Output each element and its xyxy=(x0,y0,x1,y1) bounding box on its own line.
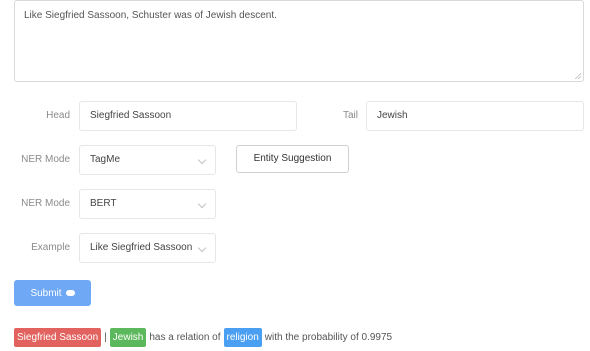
submit-label: Submit xyxy=(30,287,62,299)
submit-button[interactable]: Submit xyxy=(14,280,91,306)
sentence-text: Like Siegfried Sassoon, Schuster was of … xyxy=(24,10,277,21)
ner-mode-select[interactable]: TagMe xyxy=(79,145,216,175)
head-label: Head xyxy=(46,110,70,121)
result-text-1: has a relation of xyxy=(149,331,221,343)
example-select[interactable]: Like Siegfried Sassoon xyxy=(79,233,216,263)
ner-mode-2-value: BERT xyxy=(90,198,117,209)
tail-input[interactable]: Jewish xyxy=(366,101,584,131)
result-tail-tag: Jewish xyxy=(109,327,147,347)
entity-suggestion-button[interactable]: Entity Suggestion xyxy=(236,145,349,173)
example-label: Example xyxy=(31,242,70,253)
resize-handle[interactable] xyxy=(574,72,581,79)
tail-label: Tail xyxy=(342,110,358,121)
ner-mode-2-label: NER Mode xyxy=(21,198,70,209)
result-separator: | xyxy=(104,331,107,343)
ner-mode-label: NER Mode xyxy=(21,154,70,165)
ner-mode-2-select[interactable]: BERT xyxy=(79,189,216,219)
head-input[interactable]: Siegfried Sassoon xyxy=(79,101,297,131)
example-value: Like Siegfried Sassoon xyxy=(90,242,193,253)
result-text-2: with the probability of 0.9975 xyxy=(264,331,393,343)
ner-mode-value: TagMe xyxy=(90,154,121,165)
result-relation-tag: religion xyxy=(223,327,262,347)
upload-icon xyxy=(65,290,75,296)
result-head-tag: Siegfried Sassoon xyxy=(14,327,102,347)
result-line: Siegfried Sassoon | Jewish has a relatio… xyxy=(14,327,395,347)
sentence-textarea[interactable]: Like Siegfried Sassoon, Schuster was of … xyxy=(14,0,584,82)
